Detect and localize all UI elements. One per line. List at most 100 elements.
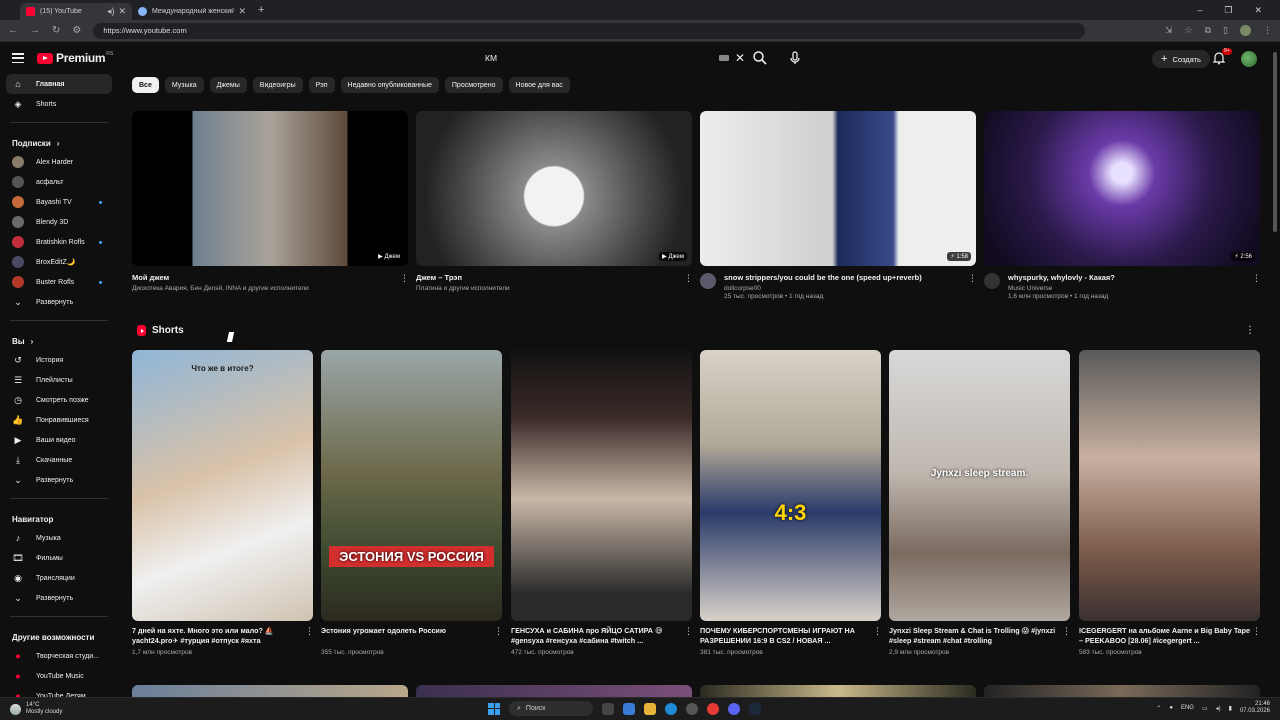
short-title[interactable]: ICEGERGERT на альбоме Aarne и Big Baby T… xyxy=(1079,626,1252,646)
you-heading[interactable]: Вы › xyxy=(0,329,118,350)
page-scrollbar[interactable] xyxy=(1273,52,1277,232)
short-title[interactable]: Jynxzi Sleep Stream & Chat is Trolling 😱… xyxy=(889,626,1062,646)
browser-menu-icon[interactable]: ⋮ xyxy=(1263,25,1272,36)
video-card[interactable]: ⚡ 2:56 whyspurky, whylovly - Какая? Music … xyxy=(984,111,1261,300)
video-thumbnail[interactable]: ▶ Джем xyxy=(416,111,692,266)
forward-icon[interactable]: → xyxy=(30,25,40,36)
short-card[interactable]: Что же в итоге? 7 дней на яхте. Много это… xyxy=(132,350,314,656)
tab-close-icon[interactable]: ✕ xyxy=(118,6,126,17)
install-app-icon[interactable]: ⇲ xyxy=(1165,25,1173,36)
video-channel[interactable]: Music Universe xyxy=(1008,285,1252,292)
short-title[interactable]: Эстония угрожает одолеть Россию xyxy=(321,626,494,646)
battery-icon[interactable]: ▮ xyxy=(1229,705,1232,712)
steam-icon[interactable] xyxy=(749,702,761,715)
short-title[interactable]: ПОЧЕМУ КИБЕРСПОРТСМЕНЫ ИГРАЮТ НА РАЗРЕШЕ… xyxy=(700,626,873,646)
site-info-icon[interactable]: ⚙ xyxy=(72,25,81,36)
more-options-icon[interactable]: ⋮ xyxy=(1252,273,1261,300)
short-card[interactable]: Jynxzi sleep stream. Jynxzi Sleep Stream … xyxy=(889,350,1071,656)
filter-chip[interactable]: Видеоигры xyxy=(252,77,303,93)
sidebar-item-playlists[interactable]: ☰ Плейлисты xyxy=(6,370,112,390)
next-row-thumbnail[interactable] xyxy=(700,685,976,697)
short-card[interactable]: ЭСТОНИЯ VS РОССИЯ Эстония угрожает одолет… xyxy=(321,350,503,656)
filter-chip[interactable]: Музыка xyxy=(164,77,204,93)
more-options-icon[interactable]: ⋮ xyxy=(1252,626,1261,646)
create-button[interactable]: + Создать xyxy=(1152,50,1210,68)
short-title[interactable]: ГЕНСУХА и САБИНА про ЯЙЦО САТИРА 😅 #gens… xyxy=(511,626,684,646)
back-icon[interactable]: ← xyxy=(8,25,18,36)
more-options-icon[interactable]: ⋮ xyxy=(684,626,693,646)
search-icon[interactable] xyxy=(752,50,768,66)
filter-chip[interactable]: Джемы xyxy=(209,77,247,93)
video-channel[interactable]: dollcorpse00 xyxy=(724,285,968,292)
tab-close-icon[interactable]: ✕ xyxy=(238,6,246,17)
more-options-icon[interactable]: ⋮ xyxy=(305,626,314,646)
reload-icon[interactable]: ↻ xyxy=(52,25,60,36)
clear-search-icon[interactable]: ✕ xyxy=(735,51,745,65)
edge-icon[interactable] xyxy=(665,702,677,715)
sidebar-item-download[interactable]: ⤓ Скачанные xyxy=(6,450,112,470)
new-tab-button[interactable]: + xyxy=(258,4,264,16)
shorts-more-icon[interactable]: ⋮ xyxy=(1245,325,1255,336)
sidebar-toggle-icon[interactable]: ▯ xyxy=(1223,25,1228,36)
next-row-thumbnail[interactable] xyxy=(416,685,692,697)
sidebar-item-your-videos[interactable]: ▶ Ваши видео xyxy=(6,430,112,450)
short-thumbnail[interactable]: Что же в итоге? xyxy=(132,350,313,621)
chrome-icon[interactable] xyxy=(707,702,719,715)
minimize-icon[interactable]: – xyxy=(1197,5,1202,16)
filter-chip[interactable]: Недавно опубликованные xyxy=(340,77,439,93)
more-options-icon[interactable]: ⋮ xyxy=(968,273,977,300)
more-options-icon[interactable]: ⋮ xyxy=(873,626,882,646)
browser-profile-avatar[interactable] xyxy=(1240,25,1251,36)
sidebar-item-film[interactable]: 🎞 Фильмы xyxy=(6,548,112,568)
next-row-thumbnail[interactable] xyxy=(132,685,408,697)
sidebar-item-subscription[interactable]: Buster Rofls xyxy=(6,272,112,292)
tab-mute-icon[interactable]: ◂) xyxy=(107,6,115,17)
filter-chip[interactable]: Рэп xyxy=(308,77,335,93)
more-options-icon[interactable]: ⋮ xyxy=(494,626,503,646)
video-title[interactable]: Мой джем xyxy=(132,273,400,283)
video-title[interactable]: whyspurky, whylovly - Какая? xyxy=(1008,273,1252,283)
sidebar-item-studio[interactable]: ● Творческая студи... xyxy=(6,646,112,666)
sidebar-item-live[interactable]: ◉ Трансляции xyxy=(6,568,112,588)
account-avatar[interactable] xyxy=(1241,51,1257,67)
short-thumbnail[interactable]: Jynxzi sleep stream. xyxy=(889,350,1070,621)
video-title[interactable]: Джем – Трэп xyxy=(416,273,684,283)
video-card[interactable]: ⚡ 1:58 snow strippers/you could be the on… xyxy=(700,111,977,300)
search-input[interactable] xyxy=(485,53,719,63)
filter-chip[interactable]: Просмотрено xyxy=(444,77,503,93)
sidebar-item-subscription[interactable]: асфальт xyxy=(6,172,112,192)
tab-womens-day[interactable]: Международный женский де... ✕ xyxy=(132,3,252,20)
copilot-icon[interactable] xyxy=(623,702,635,715)
video-thumbnail[interactable]: ⚡ 2:56 xyxy=(984,111,1260,266)
sidebar-item-subscription[interactable]: Alex Harder xyxy=(6,152,112,172)
sidebar-item-watch-later[interactable]: ◷ Смотреть позже xyxy=(6,390,112,410)
channel-avatar[interactable] xyxy=(984,273,1000,289)
video-channel[interactable]: Дискотека Авария, Бен Делэй, INNA и друг… xyxy=(132,285,400,292)
hamburger-menu-icon[interactable] xyxy=(12,53,24,63)
sidebar-item-yt-music[interactable]: ● YouTube Music xyxy=(6,666,112,686)
microphone-icon[interactable] xyxy=(786,49,804,67)
sidebar-item-like[interactable]: 👍 Понравившиеся xyxy=(6,410,112,430)
keyboard-icon[interactable] xyxy=(718,55,729,61)
sidebar-item-subscription[interactable]: Bratishkin Rofls xyxy=(6,232,112,252)
next-row-thumbnail[interactable] xyxy=(984,685,1260,697)
close-window-icon[interactable]: ✕ xyxy=(1254,5,1262,16)
subscriptions-expand[interactable]: ⌄ Развернуть xyxy=(6,292,112,312)
tab-youtube[interactable]: (15) YouTube ◂) ✕ xyxy=(20,3,132,20)
sidebar-item-history[interactable]: ↺ История xyxy=(6,350,112,370)
short-card[interactable]: 4:3 ПОЧЕМУ КИБЕРСПОРТСМЕНЫ ИГРАЮТ НА РАЗР… xyxy=(700,350,882,656)
lang-indicator[interactable]: ENG xyxy=(1181,705,1194,711)
windows-start-icon[interactable] xyxy=(488,702,500,715)
more-options-icon[interactable]: ⋮ xyxy=(400,273,409,292)
taskbar-search[interactable]: ⌕ Поиск xyxy=(509,701,593,716)
short-card[interactable]: ГЕНСУХА и САБИНА про ЯЙЦО САТИРА 😅 #gens… xyxy=(511,350,693,656)
filter-chip[interactable]: Все xyxy=(132,77,159,93)
short-title[interactable]: 7 дней на яхте. Много это или мало? ⛵ ya… xyxy=(132,626,305,646)
task-view-icon[interactable] xyxy=(602,702,614,715)
you-expand[interactable]: ⌄ Развернуть xyxy=(6,470,112,490)
tray-chevron-icon[interactable]: ⌃ xyxy=(1156,705,1161,712)
sidebar-item-subscription[interactable]: BroxEditZ🌙 xyxy=(6,252,112,272)
tray-app-icon[interactable]: ● xyxy=(1169,705,1173,711)
short-thumbnail[interactable] xyxy=(511,350,692,621)
discord-icon[interactable] xyxy=(728,702,740,715)
